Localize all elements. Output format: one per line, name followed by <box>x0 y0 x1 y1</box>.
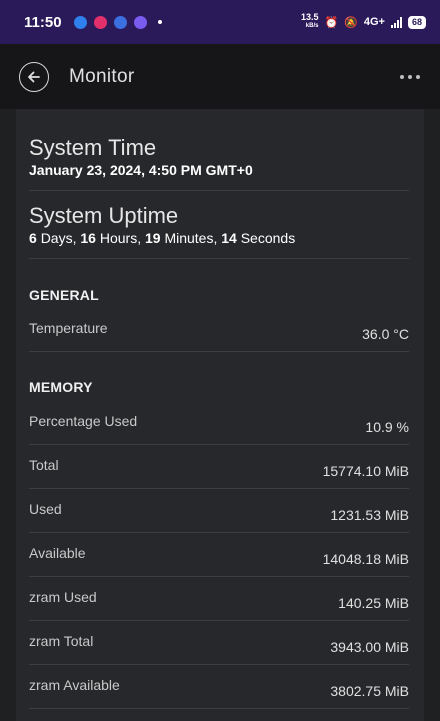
uptime-days-unit: Days, <box>40 230 77 246</box>
system-time-label: System Time <box>29 135 157 160</box>
stat-row-available: Available 14048.18 MiB <box>29 533 409 577</box>
stat-label: Used <box>29 501 62 517</box>
uptime-minutes: 19 <box>144 230 161 246</box>
section-header-general: GENERAL <box>29 287 99 303</box>
battery-icon: 68 <box>407 15 426 29</box>
page-title: Monitor <box>69 65 135 87</box>
more-dot-icon <box>416 74 420 79</box>
stat-row-zram-available: zram Available 3802.75 MiB <box>29 665 409 709</box>
signal-icon <box>390 16 402 28</box>
network-speed-value: 13.5 <box>300 12 319 22</box>
back-button[interactable] <box>19 61 49 92</box>
uptime-seconds-unit: Seconds <box>240 230 296 246</box>
stat-label: Percentage Used <box>29 413 138 429</box>
instagram-icon <box>93 15 107 29</box>
mute-icon: 🔕 <box>344 16 358 29</box>
network-speed-unit: kB/s <box>305 23 319 29</box>
uptime-hours: 16 <box>80 230 96 246</box>
network-speed: 13.5 kB/s <box>301 13 319 31</box>
divider <box>29 258 409 259</box>
stat-row-used: Used 1231.53 MiB <box>29 489 409 533</box>
alarm-icon: ⏰ <box>324 16 339 29</box>
status-bar: 11:50 13.5 kB/s ⏰ 🔕 4G+ 68 <box>0 0 440 44</box>
stat-row-total: Total 15774.10 MiB <box>29 445 409 489</box>
stat-row-zram-used: zram Used 140.25 MiB <box>29 577 409 621</box>
more-notifications-dot <box>157 20 162 24</box>
system-uptime-label: System Uptime <box>29 203 179 228</box>
monitor-content: System Time January 23, 2024, 4:50 PM GM… <box>16 109 424 721</box>
stat-label: Temperature <box>29 320 108 336</box>
system-uptime-value: 6 Days, 16 Hours, 19 Minutes, 14 Seconds <box>29 229 409 247</box>
system-uptime-block: System Uptime 6 Days, 16 Hours, 19 Minut… <box>29 203 409 247</box>
stat-value: 3802.75 MiB <box>330 683 409 699</box>
stat-row-temperature: Temperature 36.0 °C <box>29 308 409 352</box>
uptime-seconds: 14 <box>221 230 237 246</box>
stat-value: 1231.53 MiB <box>330 507 409 523</box>
stat-label: zram Used <box>29 589 97 605</box>
uptime-hours-unit: Hours, <box>99 230 142 246</box>
status-time: 11:50 <box>24 13 62 31</box>
shield-app-icon <box>113 15 127 29</box>
system-time-block: System Time January 23, 2024, 4:50 PM GM… <box>29 135 409 179</box>
more-options-button[interactable] <box>400 74 420 79</box>
more-dot-icon <box>400 74 404 79</box>
stat-value: 36.0 °C <box>362 326 409 342</box>
uptime-days: 6 <box>29 230 37 246</box>
stat-value: 10.9 % <box>365 419 409 435</box>
stat-row-percentage-used: Percentage Used 10.9 % <box>29 401 409 445</box>
arrow-left-icon <box>28 71 40 82</box>
status-right: 13.5 kB/s ⏰ 🔕 4G+ 68 <box>301 13 426 31</box>
system-time-value: January 23, 2024, 4:50 PM GMT+0 <box>29 162 253 178</box>
divider <box>29 190 409 191</box>
stat-label: Available <box>29 545 86 561</box>
section-header-memory: MEMORY <box>29 379 93 395</box>
network-type: 4G+ <box>363 16 385 28</box>
uptime-minutes-unit: Minutes, <box>164 230 218 246</box>
stat-value: 140.25 MiB <box>338 595 409 611</box>
app-bar: Monitor <box>0 44 440 109</box>
stat-label: Total <box>29 457 59 473</box>
messenger-icon <box>73 15 87 29</box>
mail-app-icon <box>133 15 147 29</box>
stat-row-zram-total: zram Total 3943.00 MiB <box>29 621 409 665</box>
stat-value: 3943.00 MiB <box>330 639 409 655</box>
stat-value: 14048.18 MiB <box>322 551 409 567</box>
stat-value: 15774.10 MiB <box>322 463 409 479</box>
more-dot-icon <box>408 74 412 79</box>
stat-label: zram Available <box>29 677 120 693</box>
stat-label: zram Total <box>29 633 94 649</box>
